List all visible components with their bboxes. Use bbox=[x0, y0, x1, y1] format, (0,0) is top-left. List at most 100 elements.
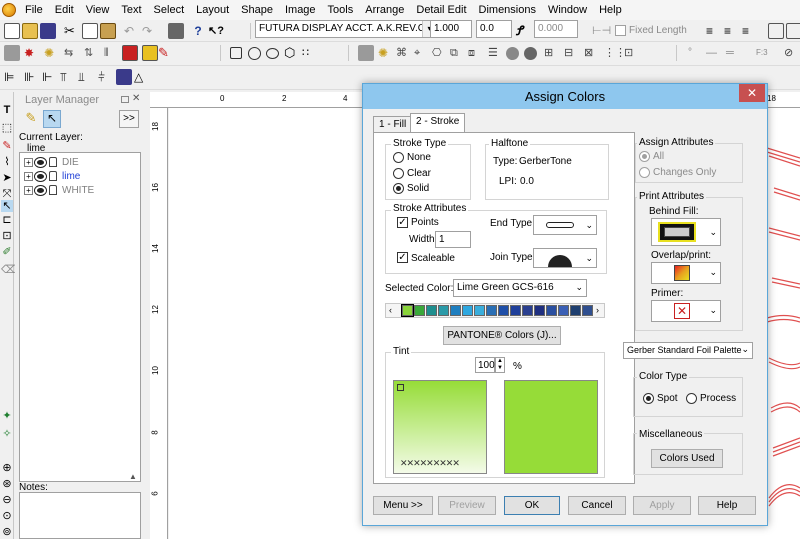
print-icon[interactable] bbox=[168, 23, 184, 39]
palette-scroll-left-icon[interactable]: ‹ bbox=[389, 305, 392, 315]
fixed-length-checkbox[interactable] bbox=[615, 25, 626, 36]
tint-spinner[interactable]: ▲ ▼ bbox=[495, 357, 505, 373]
text-frame-icon[interactable] bbox=[768, 23, 784, 39]
visibility-eye-icon[interactable] bbox=[35, 185, 46, 195]
text-tool-icon[interactable]: T bbox=[1, 104, 13, 116]
menu-tools[interactable]: Tools bbox=[322, 0, 360, 20]
palette-swatch[interactable] bbox=[450, 305, 461, 316]
font-name-combo[interactable]: FUTURA DISPLAY ACCT. A.K.REV.C▾ bbox=[255, 20, 437, 38]
eraser-icon[interactable]: ⌫ bbox=[1, 264, 17, 276]
palette-swatch[interactable] bbox=[438, 305, 449, 316]
select-arrow-icon[interactable]: ↖ bbox=[1, 200, 13, 212]
palette-swatch[interactable] bbox=[558, 305, 569, 316]
menu-dimensions[interactable]: Dimensions bbox=[473, 0, 542, 20]
visibility-eye-icon[interactable] bbox=[35, 171, 46, 181]
zoom-out-icon[interactable]: ⊖ bbox=[1, 494, 13, 506]
color-bars-icon[interactable] bbox=[122, 45, 138, 61]
align-center-icon[interactable]: ≡ bbox=[724, 23, 740, 39]
overlap-print-dropdown[interactable]: ⌄ bbox=[651, 262, 721, 284]
align-right-icon[interactable]: ≡ bbox=[742, 23, 758, 39]
scroll-up-icon[interactable]: ▲ bbox=[127, 472, 139, 482]
redo-icon[interactable]: ↷ bbox=[142, 23, 158, 39]
tab-stroke[interactable]: 2 - Stroke bbox=[410, 113, 466, 133]
frame-tool-icon[interactable]: ⊏ bbox=[1, 214, 13, 226]
lock-icon[interactable] bbox=[49, 171, 57, 181]
layer-expand-button[interactable]: >> bbox=[119, 110, 139, 128]
expand-icon[interactable]: + bbox=[24, 185, 33, 195]
palette-swatch[interactable] bbox=[510, 305, 521, 316]
zoom-in-icon[interactable]: ⊕ bbox=[1, 462, 13, 474]
notes-textarea[interactable] bbox=[19, 492, 141, 539]
expand-icon[interactable]: + bbox=[24, 157, 33, 167]
cancel-button[interactable]: Cancel bbox=[568, 496, 626, 515]
stroke-none-radio[interactable] bbox=[393, 152, 404, 163]
layer-row-white[interactable]: + WHITE bbox=[24, 183, 94, 197]
context-help-icon[interactable]: ↖? bbox=[208, 23, 224, 39]
ellipse-tool-icon[interactable] bbox=[266, 48, 279, 59]
join-type-dropdown[interactable]: ⌄ bbox=[533, 248, 597, 268]
end-type-dropdown[interactable]: ⌄ bbox=[533, 215, 597, 235]
rectangle-select-icon[interactable]: ⬚ bbox=[1, 122, 13, 134]
group-icon[interactable] bbox=[116, 69, 132, 85]
menu-select[interactable]: Select bbox=[148, 0, 191, 20]
line-icon[interactable]: — bbox=[706, 45, 722, 61]
layer-list[interactable]: + DIE + lime + WHITE bbox=[19, 152, 141, 482]
palette-swatch[interactable] bbox=[462, 305, 473, 316]
lock-icon[interactable] bbox=[49, 185, 57, 195]
open-folder-icon[interactable] bbox=[22, 23, 38, 39]
array-icon[interactable]: ⋮⋮ bbox=[604, 45, 626, 61]
stack-icon[interactable]: ☰ bbox=[488, 45, 504, 61]
scan-icon[interactable] bbox=[358, 45, 374, 61]
zoom-previous-icon[interactable]: ⊛ bbox=[1, 478, 13, 490]
split-icon[interactable]: ⊟ bbox=[564, 45, 580, 61]
palette-swatch[interactable] bbox=[582, 305, 593, 316]
menu-button[interactable]: Menu >> bbox=[373, 496, 433, 515]
assign-all-radio[interactable] bbox=[639, 151, 650, 162]
panel-close-icon[interactable]: ✕ bbox=[132, 93, 140, 104]
stroke-clear-radio[interactable] bbox=[393, 168, 404, 179]
align-left-icon[interactable]: ≡ bbox=[706, 23, 722, 39]
menu-layout[interactable]: Layout bbox=[190, 0, 235, 20]
menu-shape[interactable]: Shape bbox=[235, 0, 279, 20]
pen-icon[interactable]: ✎ bbox=[158, 45, 174, 61]
burst-icon[interactable]: ✸ bbox=[24, 45, 40, 61]
node-edit-icon[interactable]: ⌇ bbox=[1, 156, 13, 168]
menu-view[interactable]: View bbox=[80, 0, 116, 20]
menu-window[interactable]: Window bbox=[542, 0, 593, 20]
menu-detail-edit[interactable]: Detail Edit bbox=[410, 0, 472, 20]
transform-icon[interactable]: ⤧ bbox=[1, 188, 13, 200]
paste-icon[interactable] bbox=[100, 23, 116, 39]
align-bottom-icon[interactable]: ⫩ bbox=[98, 69, 114, 85]
grid-icon[interactable]: ⊠ bbox=[584, 45, 600, 61]
palette-swatch[interactable] bbox=[570, 305, 581, 316]
palette-swatch[interactable] bbox=[534, 305, 545, 316]
primer-dropdown[interactable]: ✕ ⌄ bbox=[651, 300, 721, 322]
align-top-icon[interactable]: ⫪ bbox=[60, 69, 76, 85]
panel-icon[interactable]: ⫴ bbox=[104, 45, 120, 61]
pencil-icon[interactable]: ✎ bbox=[1, 140, 13, 152]
dark-circle-icon[interactable] bbox=[524, 47, 537, 60]
menu-help[interactable]: Help bbox=[593, 0, 628, 20]
width-input[interactable]: 1 bbox=[435, 231, 471, 248]
align-centers-icon[interactable]: ⊪ bbox=[24, 69, 40, 85]
palette-swatch[interactable] bbox=[546, 305, 557, 316]
expand-icon[interactable]: + bbox=[24, 171, 33, 181]
align-middle-icon[interactable]: ⫫ bbox=[78, 69, 94, 85]
selected-color-dropdown[interactable]: Lime Green GCS-616 ⌄ bbox=[453, 279, 587, 297]
palette-scroll-right-icon[interactable]: › bbox=[596, 305, 599, 315]
menu-arrange[interactable]: Arrange bbox=[359, 0, 410, 20]
behind-fill-dropdown[interactable]: ⌄ bbox=[651, 218, 721, 246]
route-icon[interactable]: ⇆ bbox=[64, 45, 80, 61]
layer-row-lime[interactable]: + lime bbox=[24, 169, 80, 183]
menu-text[interactable]: Text bbox=[115, 0, 147, 20]
cut-icon[interactable]: ✂ bbox=[64, 23, 80, 39]
zoom-icon[interactable]: ⊘ bbox=[784, 45, 800, 61]
palette-swatch[interactable] bbox=[414, 305, 425, 316]
rectangle-tool-icon[interactable] bbox=[230, 47, 242, 59]
fit-length-icon[interactable]: ⊢⊣ bbox=[592, 23, 611, 39]
fill-circle-icon[interactable] bbox=[506, 47, 519, 60]
color-pick-icon[interactable]: ✦ bbox=[1, 410, 13, 422]
flag-icon[interactable] bbox=[142, 45, 158, 61]
tint-gradient-picker[interactable]: ✕✕✕✕✕✕✕✕✕ bbox=[393, 380, 487, 474]
process-radio[interactable] bbox=[686, 393, 697, 404]
